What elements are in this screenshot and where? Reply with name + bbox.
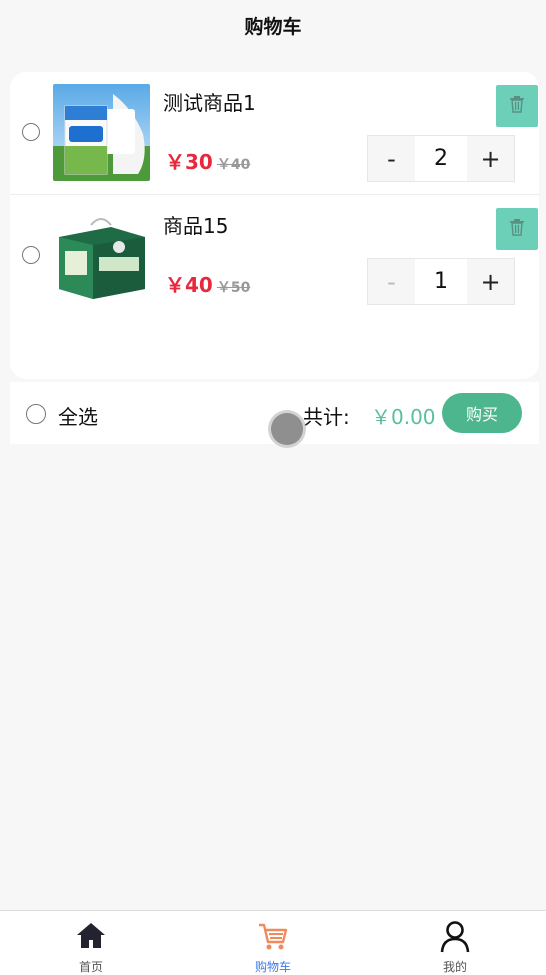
item-select-radio[interactable]	[22, 123, 40, 141]
tab-profile[interactable]: 我的	[364, 911, 546, 975]
quantity-stepper: - 2 +	[367, 135, 515, 182]
home-icon	[74, 919, 108, 953]
product-price: ￥30	[165, 150, 213, 174]
tab-home[interactable]: 首页	[0, 911, 182, 975]
touch-indicator	[271, 413, 303, 445]
trash-icon	[509, 95, 525, 117]
product-image[interactable]	[53, 207, 150, 304]
user-icon	[438, 919, 472, 953]
product-original-price: ￥40	[216, 157, 251, 173]
delete-button[interactable]	[496, 85, 538, 127]
cart-item: 商品15 ￥40 ￥50 - 1 +	[10, 195, 539, 317]
tab-label: 购物车	[254, 960, 291, 974]
quantity-value[interactable]: 2	[415, 136, 467, 181]
buy-button[interactable]: 购买	[442, 393, 522, 433]
product-name[interactable]: 商品15	[163, 210, 228, 239]
tab-cart[interactable]: 购物车	[182, 911, 364, 975]
product-original-price: ￥50	[216, 280, 251, 296]
increase-quantity-button[interactable]: +	[467, 259, 514, 304]
select-all-label[interactable]: 全选	[58, 401, 98, 430]
product-name[interactable]: 测试商品1	[163, 87, 256, 116]
tab-label: 我的	[442, 960, 467, 974]
trash-icon	[509, 218, 525, 240]
cart-list: 测试商品1 ￥30 ￥40 - 2 + 商品15 ￥40 ￥50 - 1 +	[10, 72, 539, 379]
price-row: ￥30 ￥40	[165, 146, 250, 175]
cart-item: 测试商品1 ￥30 ￥40 - 2 +	[10, 72, 539, 195]
product-price: ￥40	[165, 273, 213, 297]
select-all-radio[interactable]	[26, 404, 46, 424]
total-price: ￥0.00	[371, 405, 436, 429]
cart-icon	[256, 919, 290, 953]
tab-label: 首页	[78, 960, 103, 974]
total-label: 共计:	[303, 405, 350, 429]
product-image[interactable]	[53, 84, 150, 181]
decrease-quantity-button[interactable]: -	[368, 259, 415, 304]
page-title: 购物车	[244, 16, 302, 38]
price-row: ￥40 ￥50	[165, 269, 250, 298]
quantity-stepper: - 1 +	[367, 258, 515, 305]
decrease-quantity-button[interactable]: -	[368, 136, 415, 181]
quantity-value[interactable]: 1	[415, 259, 467, 304]
increase-quantity-button[interactable]: +	[467, 136, 514, 181]
bottom-tab-bar: 首页 购物车 我的	[0, 910, 546, 975]
delete-button[interactable]	[496, 208, 538, 250]
item-select-radio[interactable]	[22, 246, 40, 264]
